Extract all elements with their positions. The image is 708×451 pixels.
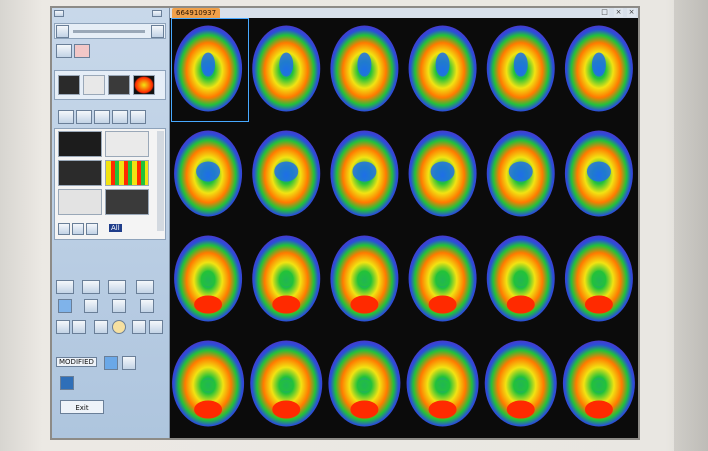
monitor-screen: 664910937 □ × × All MODIFIED Exit [50,6,640,440]
link-icon[interactable] [72,223,84,235]
scrollbar[interactable] [157,131,164,231]
layout-grid-icon[interactable] [122,356,136,370]
pet-slice[interactable] [486,25,555,112]
view-mode-icon[interactable] [58,110,74,124]
pet-slice[interactable] [252,25,321,112]
window-tab[interactable]: 664910937 [172,8,221,18]
pet-slice[interactable] [330,130,399,217]
pet-slice[interactable] [562,340,635,427]
pet-slice[interactable] [174,130,243,217]
angle-icon[interactable] [72,320,86,334]
pet-slice[interactable] [484,340,557,427]
background-wall [674,0,708,451]
image-browser: All [54,128,166,240]
viewer-select[interactable]: All [109,224,122,232]
ruler-icon[interactable] [56,320,70,334]
pet-slice[interactable] [252,235,321,322]
hand-icon[interactable] [84,299,98,313]
pet-slice[interactable] [564,130,633,217]
camera-icon[interactable] [108,280,126,294]
thumbnail[interactable] [83,75,105,95]
export-icon[interactable] [82,280,100,294]
restore-icon[interactable]: □ [600,8,609,17]
save-icon[interactable] [56,280,74,294]
panel-pin-icon[interactable] [54,10,64,17]
mode-select[interactable]: MODIFIED [56,357,97,367]
pet-slice[interactable] [172,340,245,427]
pet-slice[interactable] [408,130,477,217]
cursor-icon[interactable] [60,376,74,390]
pet-slice[interactable] [408,25,477,112]
title-bar [169,8,638,18]
pet-slice[interactable] [328,340,401,427]
layout-icon[interactable] [56,44,72,58]
window-level-icon[interactable] [58,299,72,313]
thumbnail[interactable] [105,189,149,215]
series-slider[interactable] [73,30,145,33]
ellipse-icon[interactable] [112,320,126,334]
pet-slice[interactable] [564,25,633,112]
thumbnail[interactable] [133,75,155,95]
view-mode-icon[interactable] [130,110,146,124]
pet-slice[interactable] [330,235,399,322]
view-mode-icon[interactable] [94,110,110,124]
copy-icon[interactable] [86,223,98,235]
pet-slice[interactable] [330,25,399,112]
exit-button[interactable]: Exit [60,400,104,414]
next-arrow-icon[interactable] [151,25,164,38]
pet-slice[interactable] [250,340,323,427]
series-navigator [54,23,166,39]
sync-icon[interactable] [58,223,70,235]
panel-close-icon[interactable] [152,10,162,17]
pet-slice[interactable] [564,235,633,322]
pet-slice[interactable] [486,130,555,217]
pet-slice[interactable] [406,340,479,427]
plus-icon[interactable] [132,320,146,334]
annotation-icon[interactable] [140,299,154,313]
thumbnail[interactable] [108,75,130,95]
tool-panel: All MODIFIED Exit [52,8,170,438]
thumbnail[interactable] [58,160,102,186]
gear-icon[interactable] [112,110,128,124]
view-mode-icon[interactable] [76,110,92,124]
thumbnail[interactable] [58,75,80,95]
thumbnail[interactable] [105,131,149,157]
layout-single-icon[interactable] [104,356,118,370]
thumbnail[interactable] [105,160,149,186]
thumbnail[interactable] [58,131,102,157]
pet-slice[interactable] [486,235,555,322]
pet-slice[interactable] [408,235,477,322]
close-icon[interactable]: × [627,8,636,17]
series-thumbnail-strip [54,70,166,100]
prev-arrow-icon[interactable] [56,25,69,38]
selected-slice-frame [171,18,249,122]
roi-icon[interactable] [94,320,108,334]
pet-slice[interactable] [174,235,243,322]
zoom-icon[interactable] [112,299,126,313]
tools-icon[interactable] [74,44,90,58]
print-icon[interactable] [136,280,154,294]
check-icon[interactable] [149,320,163,334]
pet-slice[interactable] [252,130,321,217]
close-icon[interactable]: × [614,8,623,17]
thumbnail[interactable] [58,189,102,215]
